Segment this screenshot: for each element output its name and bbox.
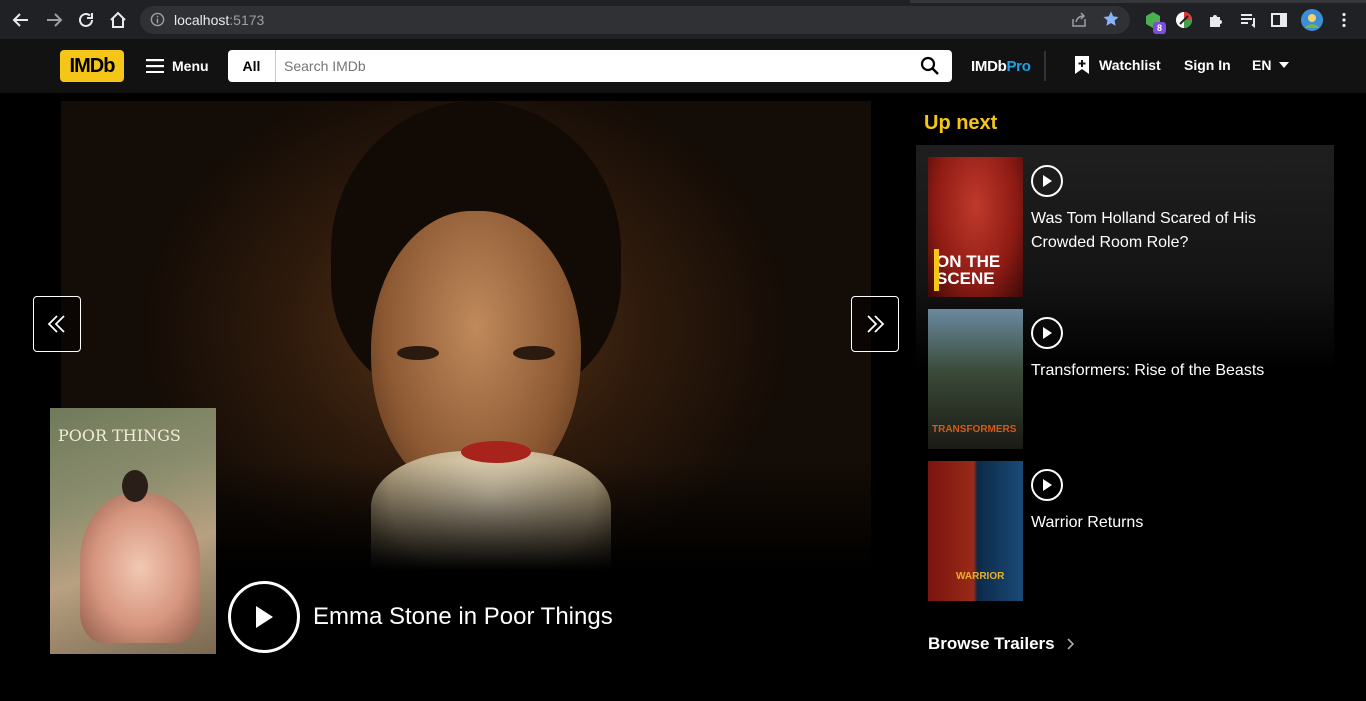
back-icon[interactable]	[9, 8, 33, 32]
menu-button[interactable]: Menu	[146, 55, 209, 77]
hero-title[interactable]: Emma Stone in Poor Things	[313, 603, 613, 631]
imdb-navbar: IMDb Menu All IMDbPro Watchlist Sign In …	[0, 39, 1366, 93]
language-label: EN	[1252, 57, 1272, 73]
double-chevron-left-icon	[47, 315, 65, 333]
profile-avatar[interactable]	[1300, 9, 1324, 31]
side-panel-icon[interactable]	[1268, 9, 1290, 31]
divider	[1044, 51, 1046, 81]
double-chevron-right-icon	[867, 315, 885, 333]
hero-play-button[interactable]	[228, 581, 300, 653]
play-icon	[256, 606, 273, 628]
play-icon	[1043, 327, 1052, 339]
search-bar: All	[228, 50, 952, 82]
play-button[interactable]	[1031, 469, 1063, 501]
address-bar[interactable]: localhost:5173	[140, 6, 1130, 34]
up-next-item[interactable]: TRANSFORMERS Transformers: Rise of the B…	[928, 309, 1328, 449]
trailer-thumbnail: ON THE SCENE	[928, 157, 1023, 297]
search-input[interactable]	[276, 50, 912, 82]
up-next-title[interactable]: Was Tom Holland Scared of His Crowded Ro…	[1031, 207, 1311, 255]
up-next-heading: Up next	[924, 112, 998, 134]
watchlist-label: Watchlist	[1099, 57, 1161, 73]
imdbpro-link[interactable]: IMDbPro	[971, 58, 1031, 75]
search-icon[interactable]	[920, 56, 940, 81]
browser-menu-icon[interactable]	[1333, 9, 1355, 31]
browse-trailers-label: Browse Trailers	[928, 634, 1055, 653]
play-button[interactable]	[1031, 317, 1063, 349]
search-scope-dropdown[interactable]: All	[228, 50, 276, 82]
watchlist-button[interactable]: Watchlist	[1074, 55, 1161, 75]
up-next-item[interactable]: WARRIOR Warrior Returns	[928, 461, 1328, 601]
chevron-right-icon	[1067, 638, 1074, 650]
movie-poster[interactable]: POOR THINGS	[50, 408, 216, 654]
browse-trailers-link[interactable]: Browse Trailers	[928, 634, 1075, 654]
poster-title: POOR THINGS	[58, 426, 181, 445]
browser-toolbar: localhost:5173 8	[0, 0, 1366, 39]
extension-color-icon[interactable]	[1173, 9, 1195, 31]
menu-label: Menu	[172, 58, 209, 74]
language-selector[interactable]: EN	[1252, 57, 1290, 73]
trailer-thumbnail: TRANSFORMERS	[928, 309, 1023, 449]
up-next-item[interactable]: ON THE SCENE Was Tom Holland Scared of H…	[928, 157, 1328, 297]
bookmark-plus-icon	[1075, 56, 1089, 74]
hamburger-icon	[146, 59, 164, 73]
forward-icon[interactable]	[42, 8, 66, 32]
site-info-icon[interactable]	[150, 12, 165, 32]
imdb-logo[interactable]: IMDb	[60, 50, 124, 82]
extensions-puzzle-icon[interactable]	[1205, 9, 1227, 31]
play-icon	[1043, 175, 1052, 187]
home-icon[interactable]	[106, 8, 130, 32]
tab-strip	[0, 0, 1366, 3]
extension-badge: 8	[1153, 22, 1166, 34]
carousel-prev-button[interactable]	[33, 296, 81, 352]
reload-icon[interactable]	[74, 8, 98, 32]
url-text: localhost:5173	[174, 12, 265, 28]
play-button[interactable]	[1031, 165, 1063, 197]
sign-in-button[interactable]: Sign In	[1184, 57, 1231, 73]
share-icon[interactable]	[1070, 11, 1088, 34]
up-next-title[interactable]: Warrior Returns	[1031, 511, 1311, 535]
carousel-next-button[interactable]	[851, 296, 899, 352]
caret-down-icon	[1279, 62, 1290, 68]
trailer-thumbnail: WARRIOR	[928, 461, 1023, 601]
play-icon	[1043, 479, 1052, 491]
bookmark-star-icon[interactable]	[1102, 10, 1120, 33]
up-next-title[interactable]: Transformers: Rise of the Beasts	[1031, 359, 1311, 383]
reading-list-icon[interactable]	[1237, 9, 1259, 31]
